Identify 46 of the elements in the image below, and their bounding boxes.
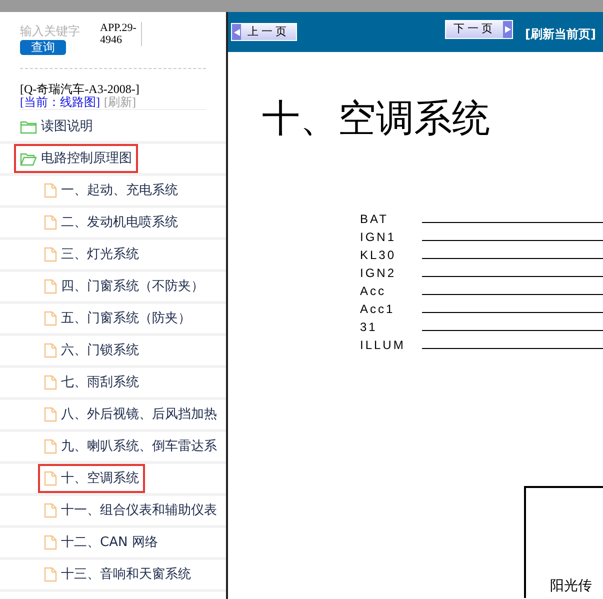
document-icon	[44, 535, 57, 550]
tree-item[interactable]: 读图说明	[14, 112, 99, 142]
document-icon	[44, 311, 57, 326]
document-icon	[44, 567, 57, 582]
tree-item[interactable]: 六、门锁系统	[38, 336, 145, 366]
tree-item[interactable]: 十一、组合仪表和辅助仪表	[38, 496, 223, 526]
document-icon	[44, 471, 57, 486]
document-icon	[44, 439, 57, 454]
vehicle-label: [Q-奇瑞汽车-A3-2008-]	[20, 83, 140, 96]
document-icon	[44, 279, 57, 294]
signal-label: IGN1	[360, 230, 398, 244]
next-page-button[interactable]: 下一页	[445, 20, 514, 38]
tree-item[interactable]: 二、发动机电喷系统	[38, 208, 184, 238]
document-icon	[44, 343, 57, 358]
component-label: 阳光传	[550, 577, 592, 596]
document-icon	[44, 407, 57, 422]
document-icon	[44, 247, 57, 262]
current-view-link[interactable]: [当前：线路图]	[20, 96, 100, 109]
tree-item[interactable]: 九、喇叭系统、倒车雷达系	[38, 432, 223, 462]
document-icon	[44, 503, 57, 518]
tree-item[interactable]: 十、空调系统	[38, 464, 145, 494]
signal-label: IGN2	[360, 266, 398, 280]
search-button[interactable]: 查询	[20, 40, 66, 55]
signal-label: KL30	[360, 248, 398, 262]
tree-item[interactable]: 十二、CAN 网络	[38, 528, 164, 558]
app-code: APP.29-4946	[100, 22, 142, 46]
tree-item[interactable]: 十三、音响和天窗系统	[38, 560, 197, 590]
document-icon	[44, 375, 57, 390]
tree-item[interactable]: 一、起动、充电系统	[38, 176, 184, 206]
signal-label: ILLUM	[360, 338, 406, 352]
tree-item[interactable]: 八、外后视镜、后风挡加热	[38, 400, 223, 430]
keyword-field[interactable]: 输入关键字	[20, 22, 92, 40]
tree-item[interactable]: 三、灯光系统	[38, 240, 145, 270]
signal-label: Acc	[360, 284, 388, 298]
document-icon	[44, 215, 57, 230]
signal-label: BAT	[360, 212, 390, 226]
previous-page-button[interactable]: 上一页	[231, 23, 297, 41]
page-title: 十、空调系统	[262, 95, 490, 142]
signal-label: Acc1	[360, 302, 396, 316]
signal-label: 31	[360, 320, 378, 334]
tree-item[interactable]: 电路控制原理图	[14, 144, 138, 174]
tree-item[interactable]: 五、门窗系统（防夹）	[38, 304, 197, 334]
tree-item[interactable]: 四、门窗系统（不防夹）	[38, 272, 210, 302]
refresh-page-link[interactable]: [刷新当前页]	[525, 25, 596, 43]
tree-item[interactable]: 七、雨刮系统	[38, 368, 145, 398]
document-icon	[44, 183, 57, 198]
